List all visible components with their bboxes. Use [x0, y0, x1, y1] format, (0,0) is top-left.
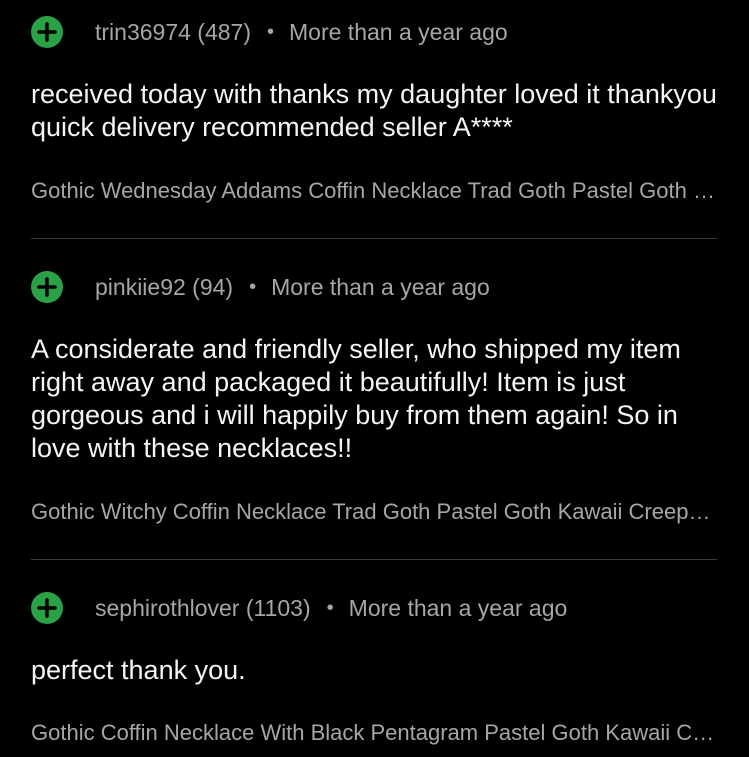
separator-dot: •	[267, 20, 275, 43]
feedback-header: trin36974 (487) • More than a year ago	[31, 15, 508, 49]
separator-dot: •	[249, 275, 257, 298]
review-text: received today with thanks my daughter l…	[31, 79, 717, 142]
divider	[31, 559, 717, 560]
reviewer-name[interactable]: trin36974 (487)	[95, 19, 251, 46]
item-title-link[interactable]: Gothic Coffin Necklace With Black Pentag…	[31, 718, 715, 748]
review-text: perfect thank you.	[31, 655, 246, 685]
item-title-link[interactable]: Gothic Witchy Coffin Necklace Trad Goth …	[31, 497, 715, 527]
review-time: More than a year ago	[271, 273, 490, 300]
feedback-header: pinkiie92 (94) • More than a year ago	[31, 270, 490, 304]
plus-circle-icon	[31, 271, 63, 303]
feedback-header: sephirothlover (1103) • More than a year…	[31, 591, 567, 625]
feedback-list: trin36974 (487) • More than a year ago r…	[0, 0, 749, 757]
review-text: A considerate and friendly seller, who s…	[31, 334, 681, 463]
plus-circle-icon	[31, 592, 63, 624]
reviewer-name[interactable]: sephirothlover (1103)	[95, 595, 311, 622]
separator-dot: •	[326, 596, 334, 619]
divider	[31, 238, 717, 239]
item-title-link[interactable]: Gothic Wednesday Addams Coffin Necklace …	[31, 176, 715, 206]
review-time: More than a year ago	[348, 594, 568, 621]
reviewer-name[interactable]: pinkiie92 (94)	[95, 274, 233, 301]
review-time: More than a year ago	[289, 18, 508, 45]
plus-circle-icon	[31, 16, 63, 48]
